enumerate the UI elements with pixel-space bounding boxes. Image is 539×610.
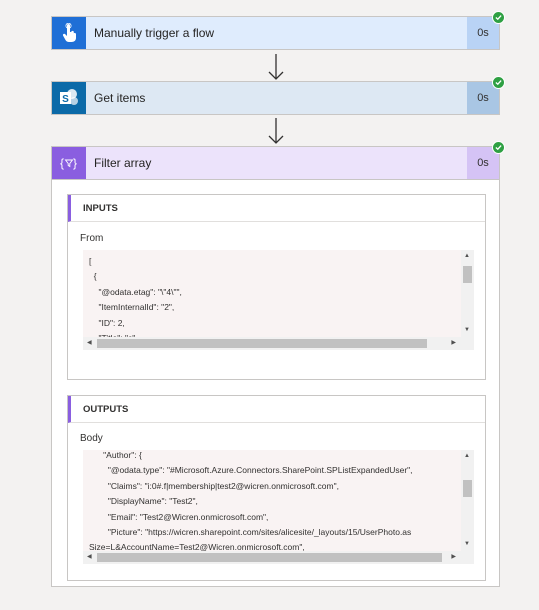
code-line: { xyxy=(89,271,97,282)
from-code-box[interactable]: [ { "@odata.etag": "\"4\"", "ItemInterna… xyxy=(83,250,474,350)
code-line: "Picture": "https://wicren.sharepoint.co… xyxy=(89,527,412,538)
step-title: Get items xyxy=(94,91,146,105)
step-filter-array[interactable]: { } Filter array 0s xyxy=(51,141,505,180)
outputs-heading: OUTPUTS xyxy=(68,396,485,423)
scroll-down-icon[interactable]: ▼ xyxy=(464,327,470,333)
step-title: Filter array xyxy=(94,156,152,170)
scroll-left-icon[interactable]: ◀ xyxy=(87,339,92,346)
sharepoint-icon-box: S xyxy=(52,82,86,114)
scroll-down-icon[interactable]: ▼ xyxy=(464,541,470,547)
step-filter-array-card: { } Filter array 0s INPUTS From [ { "@od… xyxy=(51,141,505,587)
step-manually-trigger[interactable]: Manually trigger a flow 0s xyxy=(51,11,505,50)
code-line: "@odata.etag": "\"4\"", xyxy=(89,286,182,297)
scrollbar-thumb[interactable] xyxy=(463,266,472,283)
horizontal-scrollbar[interactable]: ◀ ▶ xyxy=(83,337,474,350)
step-get-items[interactable]: S Get items 0s xyxy=(51,76,505,115)
code-line: [ xyxy=(89,256,92,266)
vertical-scrollbar[interactable]: ▲ ▼ xyxy=(461,450,474,551)
step-title: Manually trigger a flow xyxy=(94,26,215,40)
body-label: Body xyxy=(80,433,103,444)
from-code: [ { "@odata.etag": "\"4\"", "ItemInterna… xyxy=(89,254,182,346)
sharepoint-icon: S xyxy=(60,89,78,105)
horizontal-scrollbar[interactable]: ◀ ▶ xyxy=(83,551,474,564)
code-line: "ItemInternalId": "2", xyxy=(89,302,175,313)
svg-text:}: } xyxy=(73,156,77,170)
success-check-icon xyxy=(492,76,505,89)
outputs-panel: OUTPUTS Body "Author": { "@odata.type": … xyxy=(67,395,486,581)
filter-icon-box: { } xyxy=(52,147,86,179)
trigger-icon-box xyxy=(52,17,86,49)
success-check-icon xyxy=(492,141,505,154)
body-code-box[interactable]: "Author": { "@odata.type": "#Microsoft.A… xyxy=(83,450,474,564)
arrow-down-icon xyxy=(268,54,284,80)
code-line: "Email": "Test2@Wicren.onmicrosoft.com", xyxy=(89,511,269,522)
scroll-right-icon[interactable]: ▶ xyxy=(451,553,456,560)
vertical-scrollbar[interactable]: ▲ ▼ xyxy=(461,250,474,337)
inputs-heading: INPUTS xyxy=(68,195,485,222)
scrollbar-thumb[interactable] xyxy=(97,553,442,562)
svg-text:{: { xyxy=(60,156,64,170)
from-label: From xyxy=(80,233,104,244)
scroll-up-icon[interactable]: ▲ xyxy=(464,253,470,259)
code-line: "ID": 2, xyxy=(89,317,125,328)
success-check-icon xyxy=(492,11,505,24)
hand-touch-icon xyxy=(62,23,76,42)
code-line: "Author": { xyxy=(89,450,142,460)
code-line: "Claims": "i:0#.f|membership|test2@wicre… xyxy=(89,480,339,491)
scrollbar-thumb[interactable] xyxy=(463,480,472,497)
scroll-left-icon[interactable]: ◀ xyxy=(87,553,92,560)
code-line: "@odata.type": "#Microsoft.Azure.Connect… xyxy=(89,465,413,476)
scroll-right-icon[interactable]: ▶ xyxy=(451,339,456,346)
scrollbar-thumb[interactable] xyxy=(97,339,427,348)
code-line: "DisplayName": "Test2", xyxy=(89,496,198,507)
scroll-up-icon[interactable]: ▲ xyxy=(464,453,470,459)
svg-text:S: S xyxy=(62,94,69,105)
body-code: "Author": { "@odata.type": "#Microsoft.A… xyxy=(89,450,413,556)
arrow-down-icon xyxy=(268,118,284,144)
filter-array-icon: { } xyxy=(60,156,77,170)
inputs-panel: INPUTS From [ { "@odata.etag": "\"4\"", … xyxy=(67,194,486,380)
